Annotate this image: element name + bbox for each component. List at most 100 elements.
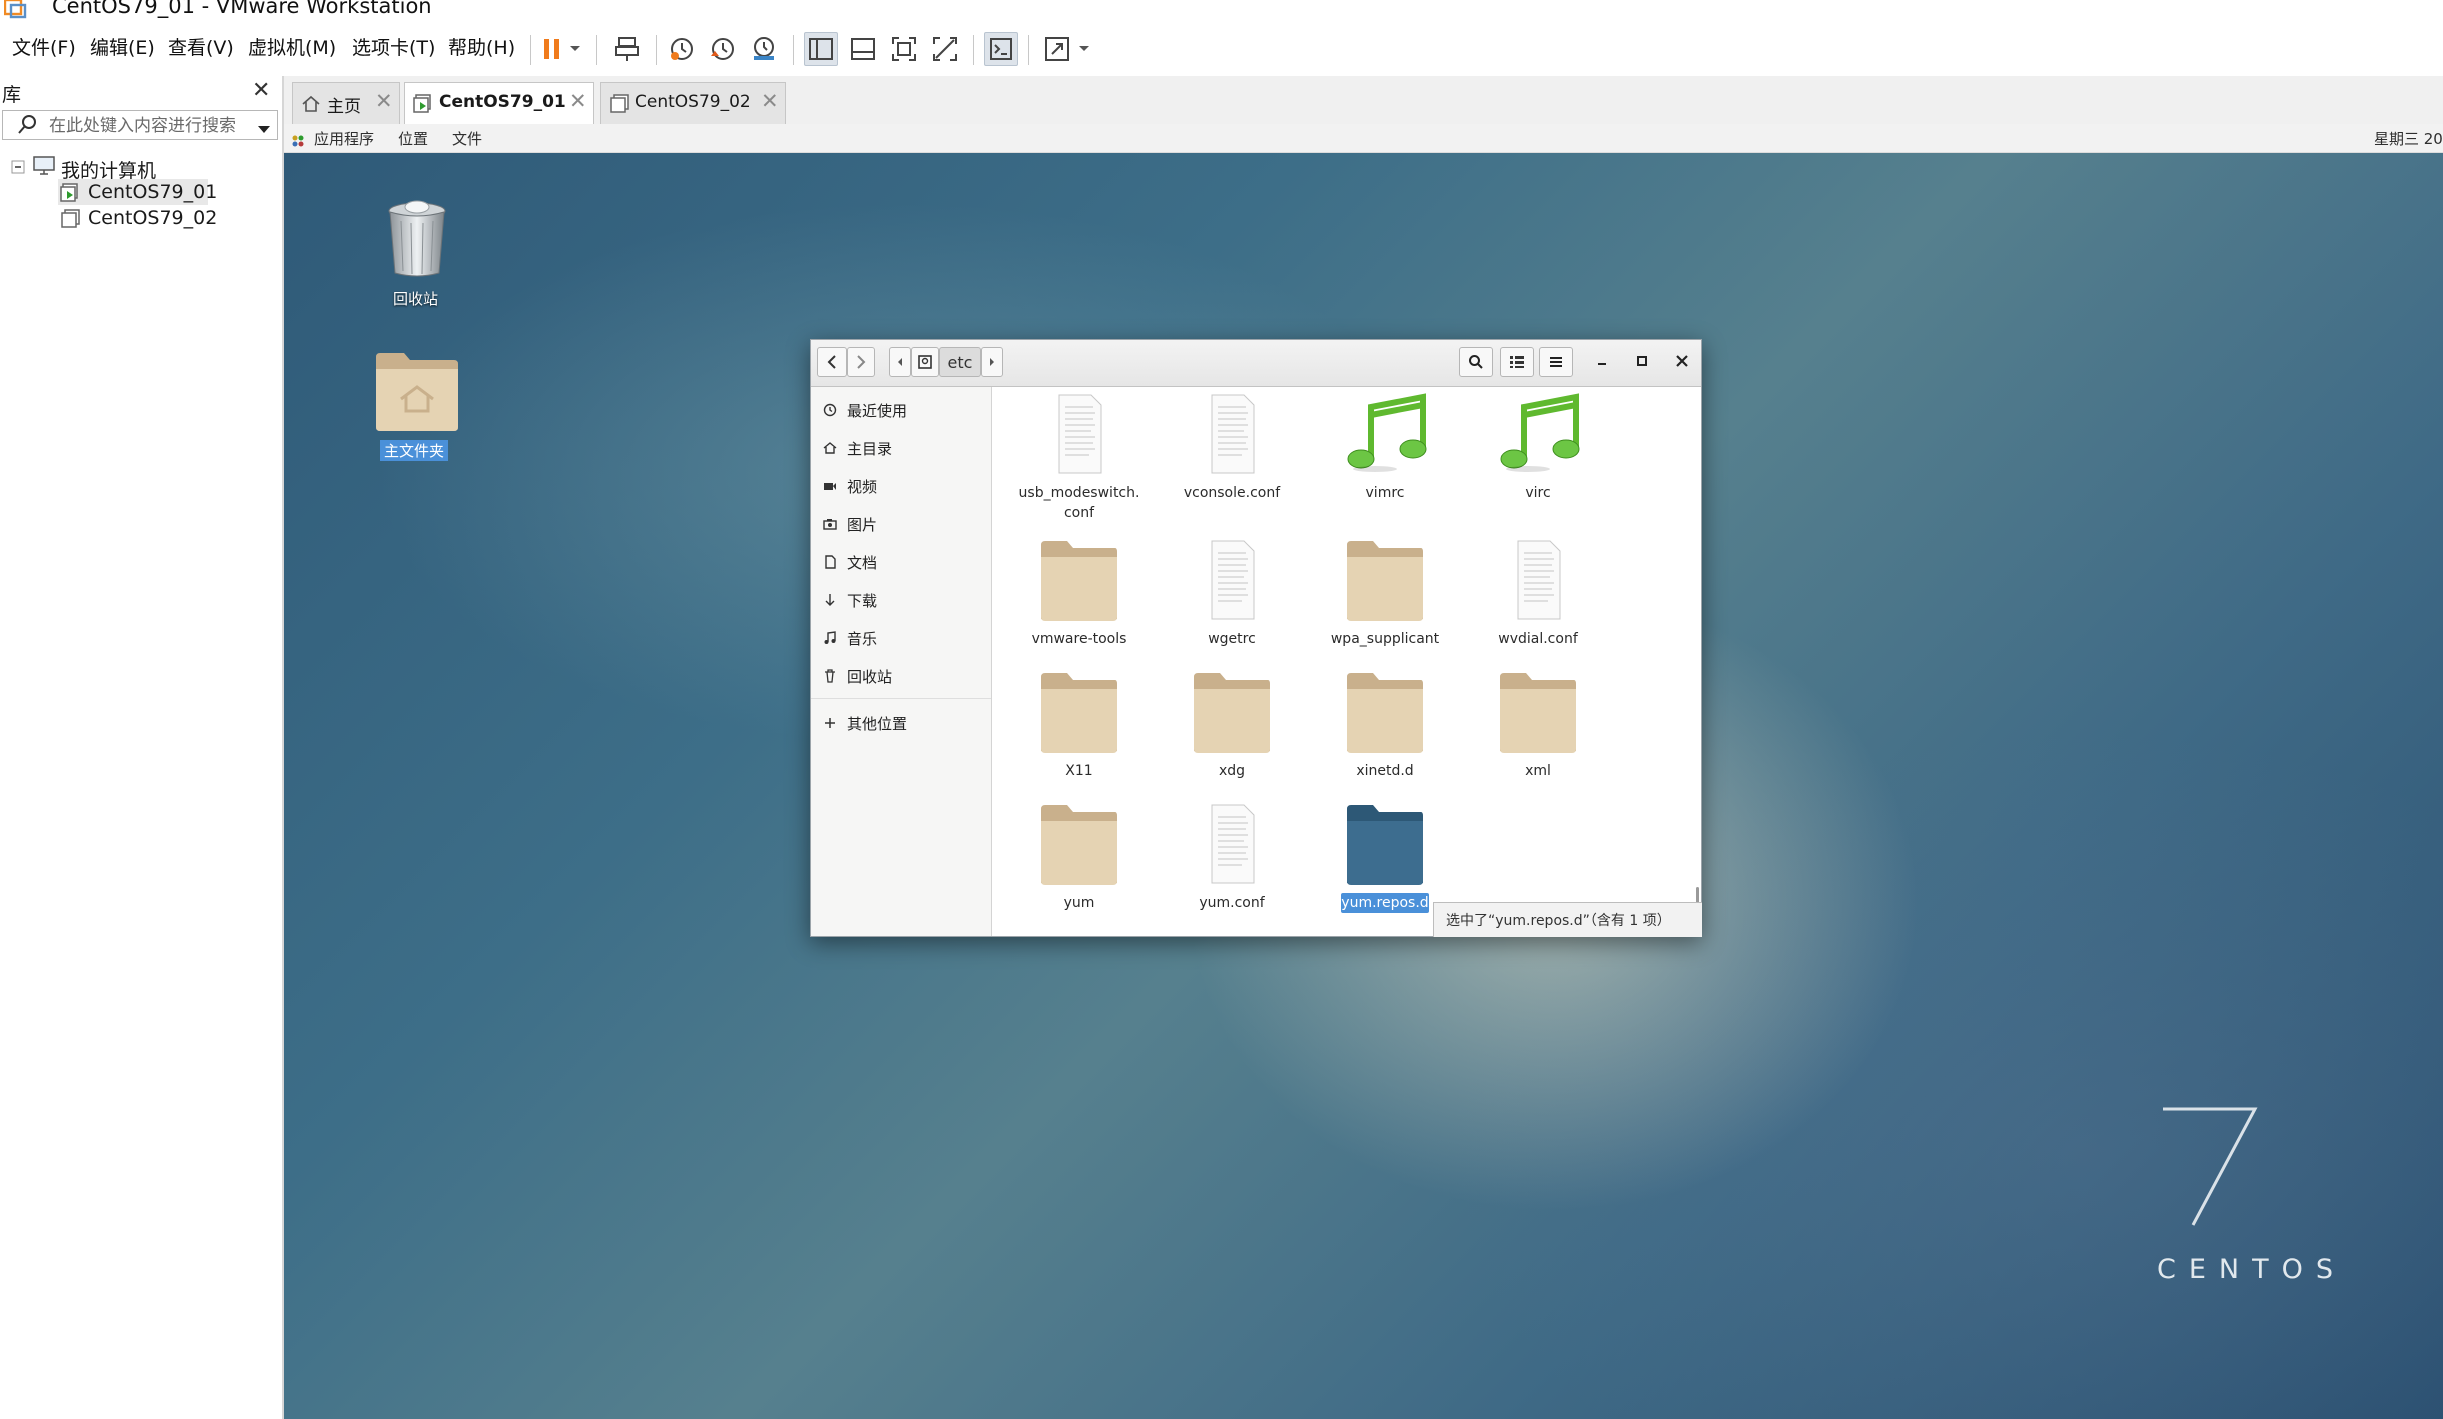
home-folder-icon[interactable] <box>374 349 460 437</box>
tree-vm-centos79-01[interactable]: CentOS79_01 <box>88 181 217 203</box>
tab-centos79-02[interactable]: CentOS79_02 ✕ <box>600 82 786 124</box>
centos-7-logo <box>2155 1103 2265 1232</box>
toolbar-separator <box>530 35 531 65</box>
pause-dropdown-icon[interactable] <box>563 32 587 66</box>
file-name: xdg <box>1218 763 1246 779</box>
text-file-icon <box>1498 539 1578 625</box>
tree-collapse-icon[interactable] <box>11 159 25 178</box>
send-ctrl-alt-del-icon[interactable] <box>611 32 645 66</box>
home-folder-label[interactable]: 主文件夹 <box>380 440 449 461</box>
guest-desktop: 回收站 主文件夹 CENTOS 7 etc <box>284 153 2443 1419</box>
sidebar-item-music[interactable]: 音乐 <box>821 625 981 651</box>
console-view-icon[interactable] <box>984 32 1018 66</box>
file-name: usb_modeswitch.conf <box>1004 483 1154 523</box>
sidebar-item-label: 最近使用 <box>847 402 908 420</box>
sidebar-item-other-locations[interactable]: 其他位置 <box>821 710 981 736</box>
menu-tabs[interactable]: 选项卡(T) <box>352 33 435 60</box>
trash-label[interactable]: 回收站 <box>393 288 438 309</box>
sidebar-item-label: 下载 <box>847 592 878 610</box>
file-icon-view: usb_modeswitch. conf vconsole.conf vimrc … <box>992 387 1701 936</box>
sidebar-item-pictures[interactable]: 图片 <box>821 511 981 537</box>
tab-close-icon[interactable]: ✕ <box>375 89 393 113</box>
menu-view[interactable]: 查看(V) <box>168 33 234 60</box>
vm-icon <box>609 94 631 118</box>
applications-menu[interactable]: 应用程序 <box>314 128 374 149</box>
search-dropdown-icon[interactable] <box>257 120 271 139</box>
back-button[interactable] <box>817 347 847 377</box>
centos-logo-text: CENTOS <box>2157 1254 2346 1285</box>
toolbar-separator <box>596 35 597 65</box>
clock[interactable]: 星期三 20 <box>2374 128 2443 149</box>
library-view-icon[interactable] <box>804 32 838 66</box>
trash-icon[interactable] <box>385 199 449 283</box>
sidebar-item-documents[interactable]: 文档 <box>821 549 981 575</box>
file-name-line: conf <box>1063 505 1095 521</box>
tab-close-icon[interactable]: ✕ <box>761 89 779 113</box>
list-view-icon <box>1510 356 1524 368</box>
close-icon[interactable] <box>1673 352 1691 374</box>
snapshot-icon[interactable] <box>665 32 699 66</box>
snapshot-manager-icon[interactable] <box>747 32 781 66</box>
thumbnail-bar-icon[interactable] <box>846 32 880 66</box>
folder-icon <box>1039 671 1119 759</box>
camera-icon <box>821 515 839 533</box>
menu-vm[interactable]: 虚拟机(M) <box>248 33 336 60</box>
file-name: vimrc <box>1365 485 1405 501</box>
folder-icon <box>1345 671 1425 759</box>
forward-button[interactable] <box>847 347 875 377</box>
vm-running-icon <box>60 183 82 207</box>
library-title: 库 <box>2 84 22 106</box>
hamburger-icon <box>1550 357 1562 367</box>
file-name-line: usb_modeswitch. <box>1018 485 1140 501</box>
close-icon[interactable]: ✕ <box>252 78 270 103</box>
menu-file[interactable]: 文件(F) <box>12 33 76 60</box>
vm-icon <box>60 209 82 233</box>
menu-button[interactable] <box>1539 347 1573 377</box>
search-input[interactable] <box>47 113 251 139</box>
menu-edit[interactable]: 编辑(E) <box>90 33 155 60</box>
path-segment-etc[interactable]: etc <box>939 347 981 377</box>
sidebar-item-downloads[interactable]: 下载 <box>821 587 981 613</box>
file-name: yum.conf <box>1199 895 1265 911</box>
search-icon <box>1469 355 1483 369</box>
file-name: vconsole.conf <box>1183 485 1281 501</box>
stretch-guest-icon[interactable] <box>1040 32 1074 66</box>
maximize-icon[interactable] <box>1633 352 1651 374</box>
full-screen-icon[interactable] <box>887 32 921 66</box>
tab-close-icon[interactable]: ✕ <box>569 89 587 113</box>
chevron-right-icon <box>857 355 866 369</box>
tab-centos79-01[interactable]: CentOS79_01 ✕ <box>404 82 594 125</box>
tab-strip: 主页 ✕ CentOS79_01 ✕ CentOS79_02 ✕ <box>284 76 2443 125</box>
vmware-logo-icon <box>3 0 27 19</box>
music-icon <box>821 629 839 647</box>
tab-home[interactable]: 主页 ✕ <box>292 82 400 124</box>
sidebar-item-home[interactable]: 主目录 <box>821 435 981 461</box>
status-text: 选中了“yum.repos.d”（含有 1 项） <box>1446 913 1671 929</box>
file-manager-window: etc 最近使用 主目录 视频 图片 文档 下载 音乐 回收站 其他位置 usb… <box>810 339 1702 937</box>
search-button[interactable] <box>1459 347 1493 377</box>
file-name: vmware-tools <box>1031 631 1127 647</box>
places-menu[interactable]: 位置 <box>398 128 428 149</box>
unity-icon[interactable] <box>928 32 962 66</box>
files-menu[interactable]: 文件 <box>452 128 482 149</box>
text-file-icon <box>1192 539 1272 625</box>
audio-file-icon <box>1498 393 1582 479</box>
minimize-icon[interactable] <box>1593 352 1611 374</box>
file-manager-header: etc <box>811 340 1701 387</box>
vm-running-icon <box>413 94 435 118</box>
tab-label: CentOS79_01 <box>439 92 566 112</box>
tab-label: 主页 <box>327 97 361 117</box>
path-root-button[interactable] <box>911 347 939 377</box>
revert-snapshot-icon[interactable] <box>706 32 740 66</box>
folder-icon <box>1345 539 1425 627</box>
path-scroll-right-button[interactable] <box>981 347 1003 377</box>
sidebar-item-recent[interactable]: 最近使用 <box>821 397 981 423</box>
tree-vm-centos79-02[interactable]: CentOS79_02 <box>88 207 217 229</box>
sidebar-item-videos[interactable]: 视频 <box>821 473 981 499</box>
sidebar-item-trash[interactable]: 回收站 <box>821 663 981 689</box>
view-mode-button[interactable] <box>1500 347 1534 377</box>
menu-bar: 文件(F) 编辑(E) 查看(V) 虚拟机(M) 选项卡(T) 帮助(H) <box>0 23 2443 75</box>
path-scroll-left-button[interactable] <box>889 347 911 377</box>
stretch-dropdown-icon[interactable] <box>1072 32 1096 66</box>
menu-help[interactable]: 帮助(H) <box>448 33 515 60</box>
